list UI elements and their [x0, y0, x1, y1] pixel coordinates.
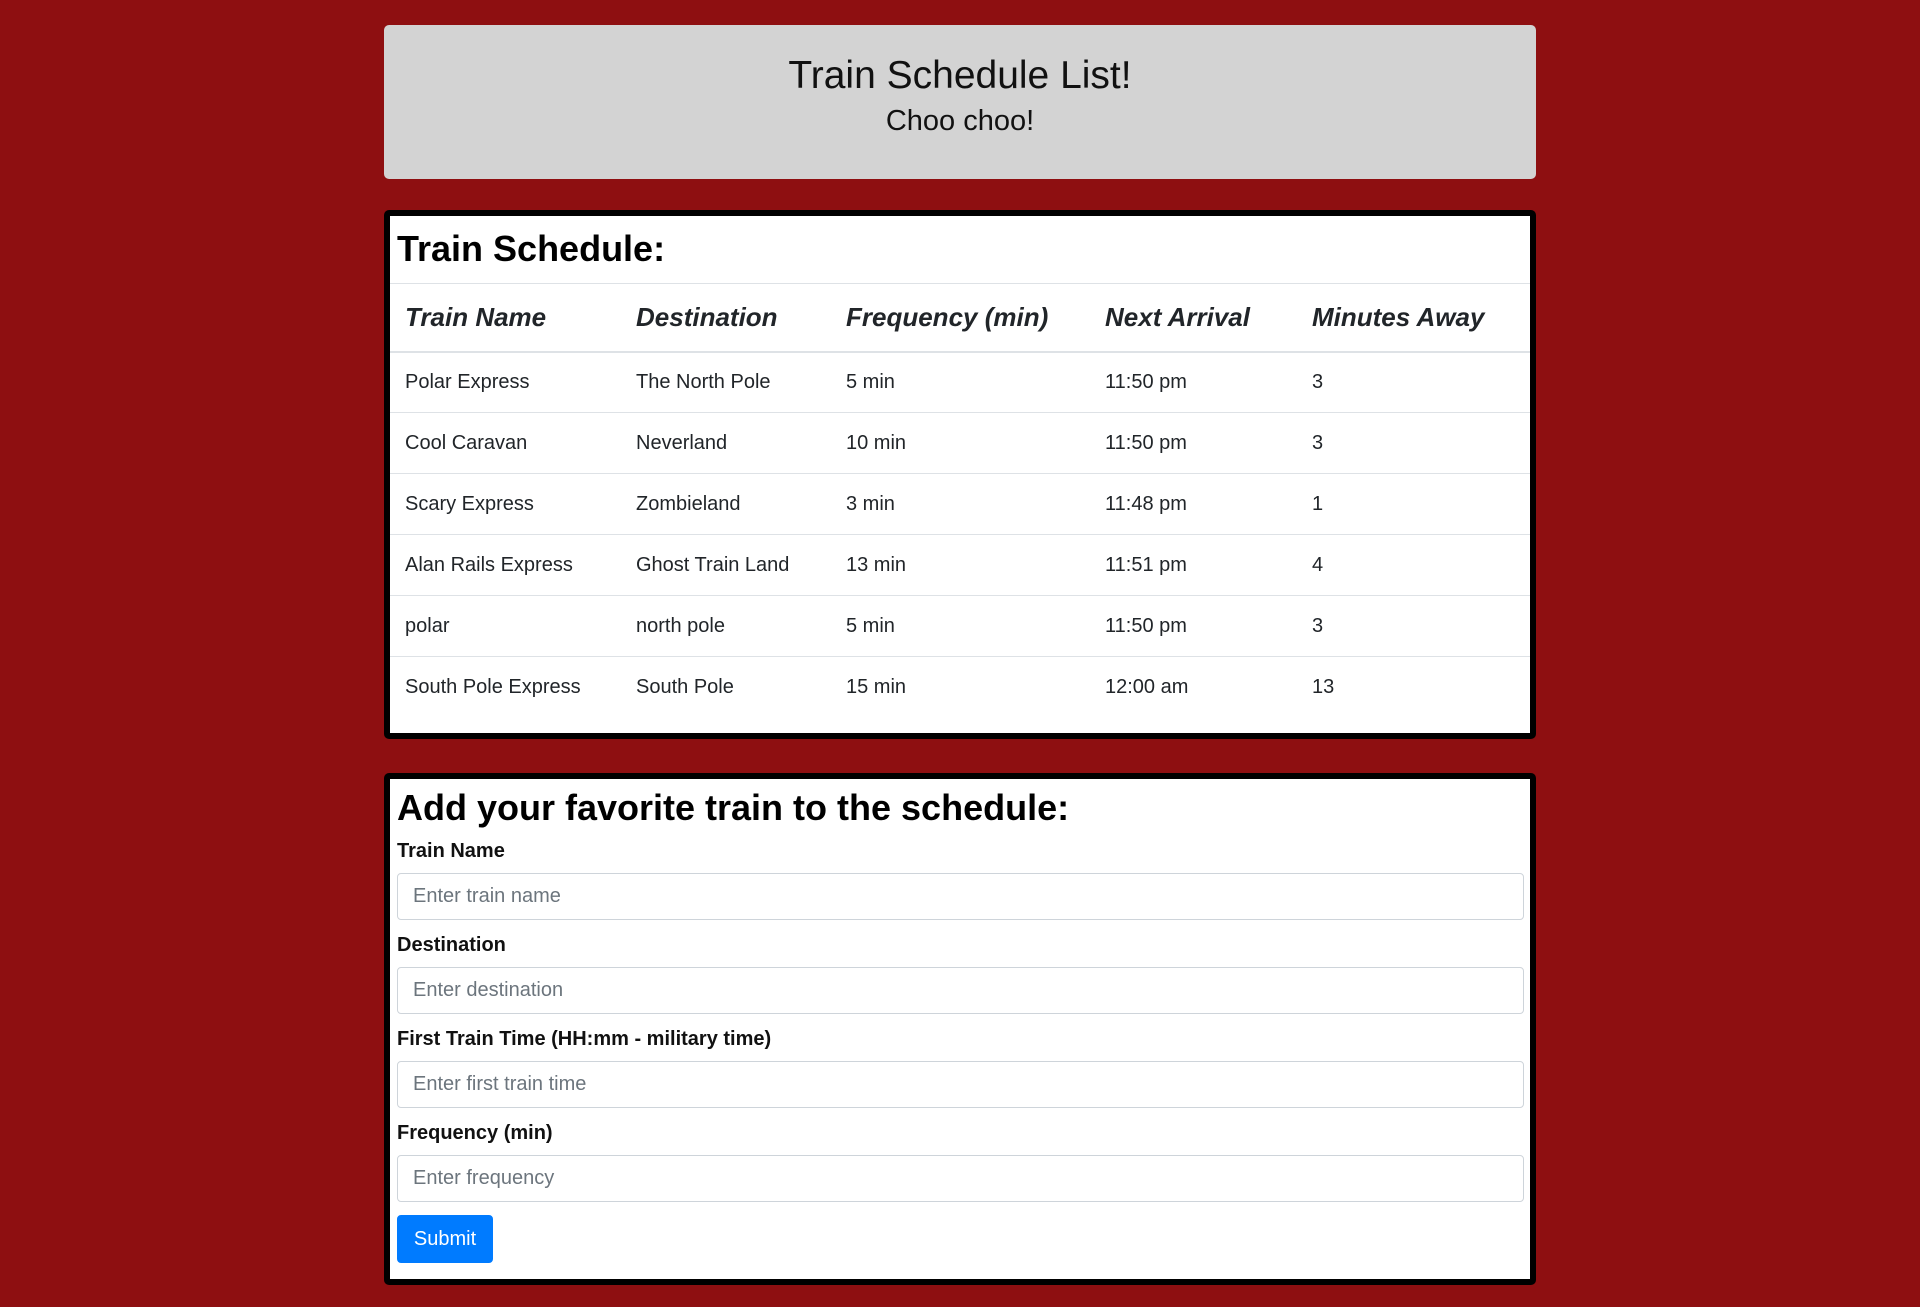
cell-minutes-away: 1: [1297, 473, 1530, 535]
table-header-row: Train Name Destination Frequency (min) N…: [390, 283, 1530, 353]
cell-destination: South Pole: [636, 675, 734, 698]
add-train-panel: Add your favorite train to the schedule:…: [384, 773, 1536, 1285]
cell-train-name: polar: [390, 595, 621, 657]
train-name-input[interactable]: [397, 873, 1524, 920]
frequency-input[interactable]: [397, 1155, 1524, 1202]
page-container: Train Schedule List! Choo choo! Train Sc…: [384, 25, 1536, 1285]
first-train-time-input[interactable]: [397, 1061, 1524, 1108]
cell-next-arrival: 11:50 pm: [1090, 351, 1297, 413]
cell-frequency: 3 min: [831, 473, 1090, 535]
schedule-table: Train Name Destination Frequency (min) N…: [390, 283, 1530, 718]
cell-minutes-away: 3: [1297, 412, 1530, 474]
cell-next-arrival: 11:48 pm: [1090, 473, 1297, 535]
cell-minutes-away: 3: [1297, 595, 1530, 657]
cell-train-name: South Pole Express: [405, 675, 581, 698]
submit-wrapper: Submit: [390, 1215, 1530, 1263]
cell-minutes-away: 13: [1312, 675, 1335, 698]
schedule-heading: Train Schedule:: [397, 228, 666, 269]
frequency-label: Frequency (min): [397, 1122, 553, 1144]
column-header-minutes-away: Minutes Away: [1297, 283, 1530, 353]
column-header-destination: Destination: [621, 283, 831, 353]
cell-next-arrival: 12:00 am: [1105, 675, 1189, 698]
table-row: Scary Express Zombieland 3 min 11:48 pm …: [390, 473, 1530, 535]
cell-next-arrival: 11:50 pm: [1090, 595, 1297, 657]
cell-train-name: Alan Rails Express: [390, 534, 621, 596]
page-title: Train Schedule List!: [788, 54, 1132, 97]
table-row: Polar Express The North Pole 5 min 11:50…: [390, 351, 1530, 413]
cell-destination: Zombieland: [621, 473, 831, 535]
cell-train-name: Scary Express: [390, 473, 621, 535]
submit-button[interactable]: Submit: [397, 1215, 493, 1263]
form-group-destination: Destination: [390, 933, 1530, 1027]
cell-frequency: 13 min: [831, 534, 1090, 596]
form-group-first-train-time: First Train Time (HH:mm - military time): [390, 1027, 1530, 1121]
table-row: South Pole Express South Pole 15 min 12:…: [390, 657, 1530, 718]
cell-frequency: 5 min: [831, 351, 1090, 413]
table-row: Cool Caravan Neverland 10 min 11:50 pm 3: [390, 412, 1530, 474]
form-group-frequency: Frequency (min): [390, 1121, 1530, 1215]
cell-minutes-away: 3: [1297, 351, 1530, 413]
table-row: polar north pole 5 min 11:50 pm 3: [390, 595, 1530, 657]
column-header-next-arrival: Next Arrival: [1090, 283, 1297, 353]
cell-frequency: 10 min: [831, 412, 1090, 474]
destination-input[interactable]: [397, 967, 1524, 1014]
cell-next-arrival: 11:50 pm: [1090, 412, 1297, 474]
cell-train-name: Polar Express: [390, 351, 621, 413]
add-train-form: Train Name Destination First Train Time …: [390, 839, 1530, 1263]
cell-next-arrival: 11:51 pm: [1090, 534, 1297, 596]
page-subtitle: Choo choo!: [885, 105, 1035, 137]
form-group-train-name: Train Name: [390, 839, 1530, 933]
train-name-label: Train Name: [397, 840, 505, 862]
table-row: Alan Rails Express Ghost Train Land 13 m…: [390, 534, 1530, 596]
cell-frequency: 5 min: [831, 595, 1090, 657]
header-banner: Train Schedule List! Choo choo!: [384, 25, 1536, 179]
schedule-panel: Train Schedule: Train Name Destination F…: [384, 210, 1536, 739]
cell-destination: Ghost Train Land: [621, 534, 831, 596]
form-heading: Add your favorite train to the schedule:: [397, 787, 1070, 828]
column-header-train-name: Train Name: [390, 283, 621, 353]
cell-frequency: 15 min: [846, 675, 907, 698]
first-train-time-label: First Train Time (HH:mm - military time): [397, 1028, 772, 1050]
cell-destination: The North Pole: [621, 351, 831, 413]
cell-train-name: Cool Caravan: [390, 412, 621, 474]
cell-minutes-away: 4: [1297, 534, 1530, 596]
cell-destination: north pole: [621, 595, 831, 657]
destination-label: Destination: [397, 934, 506, 956]
column-header-frequency: Frequency (min): [831, 283, 1090, 353]
cell-destination: Neverland: [621, 412, 831, 474]
